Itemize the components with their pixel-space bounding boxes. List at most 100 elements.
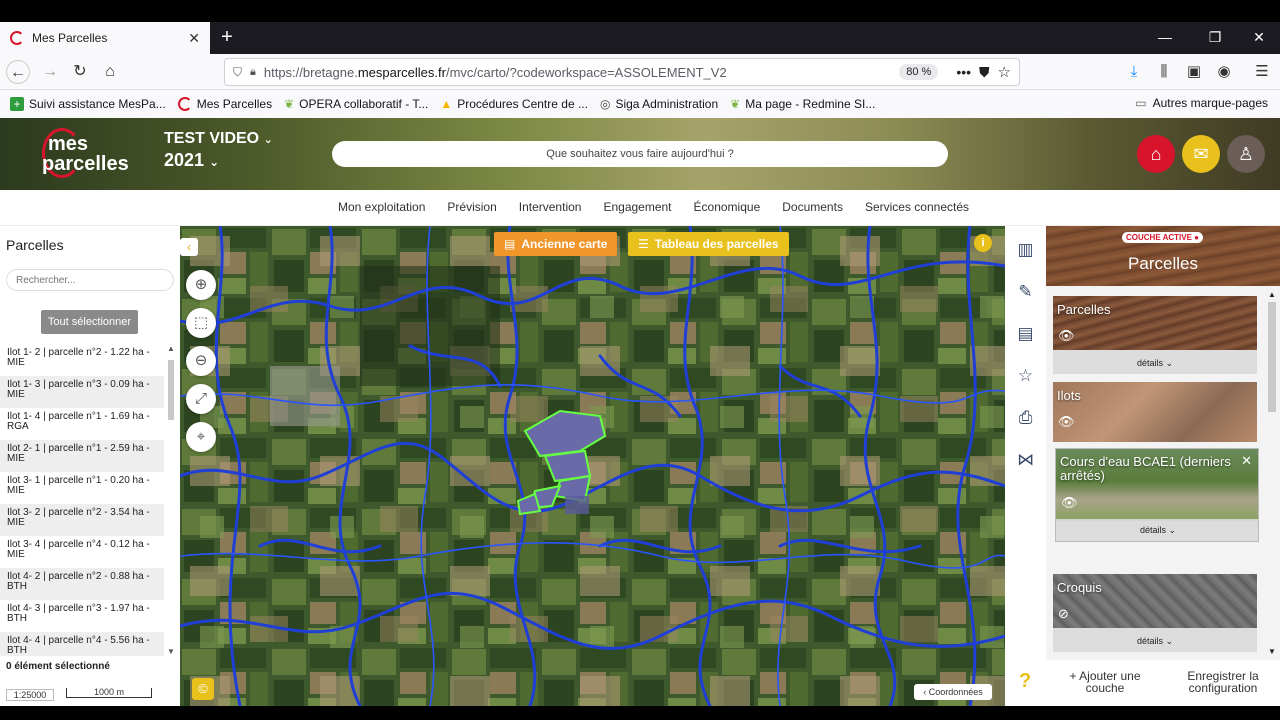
list-item[interactable]: Ilot 1- 4 | parcelle n°1 - 1.69 ha - RGA <box>0 408 164 440</box>
visibility-eye-icon[interactable]: 👁︎ <box>1061 495 1078 511</box>
layer-details-toggle[interactable]: détails ⌄ <box>1056 519 1258 541</box>
document-icon[interactable]: ▤ <box>1005 324 1046 344</box>
scroll-up-icon[interactable]: ▲ <box>1268 290 1276 299</box>
bookmark-item[interactable]: Mes Parcelles <box>177 97 272 111</box>
other-bookmarks[interactable]: ▭ Autres marque-pages <box>1135 96 1268 110</box>
scroll-thumb[interactable] <box>1268 302 1276 412</box>
bookmark-item[interactable]: ❦ OPERA collaboratif - T... <box>284 97 428 111</box>
list-item[interactable]: Ilot 3- 2 | parcelle n°2 - 3.54 ha - MIE <box>0 504 164 536</box>
user-icon[interactable]: ♙ <box>1227 135 1265 173</box>
bottom-black-bar <box>0 706 1280 720</box>
home-icon[interactable]: ⌂ <box>98 60 122 84</box>
share-icon[interactable]: ⋈ <box>1005 450 1046 470</box>
bookmark-item[interactable]: ❦ Ma page - Redmine SI... <box>730 97 875 111</box>
close-icon[interactable]: ✕ <box>1241 453 1252 469</box>
print-icon[interactable]: ⎙ <box>1005 408 1046 428</box>
global-search-input[interactable]: Que souhaitez vous faire aujourd'hui ? <box>332 141 948 167</box>
back-icon[interactable]: ← <box>6 60 30 84</box>
list-item[interactable]: Ilot 2- 1 | parcelle n°1 - 2.59 ha - MIE <box>0 440 164 472</box>
wrench-icon[interactable]: ✎ <box>1005 282 1046 302</box>
pocket-icon[interactable]: ⛊ <box>979 64 990 81</box>
list-item[interactable]: Ilot 4- 2 | parcelle n°2 - 0.88 ha - BTH <box>0 568 164 600</box>
list-item[interactable]: Ilot 4- 4 | parcelle n°4 - 5.56 ha - BTH <box>0 632 164 656</box>
active-layer-badge: COUCHE ACTIVE ● <box>1122 232 1203 243</box>
bookmark-item[interactable]: ◎ Siga Administration <box>600 97 718 111</box>
layer-details-toggle[interactable]: détails ⌄ <box>1053 352 1257 374</box>
zoom-out-icon[interactable]: ⊖ <box>186 346 216 376</box>
save-configuration-button[interactable]: Enregistrer la configuration <box>1174 670 1272 694</box>
scroll-down-icon[interactable]: ▼ <box>166 647 176 656</box>
select-all-button[interactable]: Tout sélectionner <box>41 310 138 334</box>
lock-icon[interactable]: 🔒︎ <box>250 66 256 79</box>
visibility-eye-icon[interactable]: 👁︎ <box>1058 328 1075 344</box>
menu-intervention[interactable]: Intervention <box>519 200 582 214</box>
bookmark-item[interactable]: + Suivi assistance MesPa... <box>10 97 166 111</box>
list-item[interactable]: Ilot 4- 3 | parcelle n°3 - 1.97 ha - BTH <box>0 600 164 632</box>
url-bar[interactable]: ⛉ 🔒︎ https://bretagne.mesparcelles.fr/mv… <box>224 58 1020 86</box>
list-item[interactable]: Ilot 1- 2 | parcelle n°2 - 1.22 ha - MIE <box>0 344 164 376</box>
menu-icon[interactable]: ☰ <box>1250 60 1274 84</box>
list-item[interactable]: Ilot 3- 1 | parcelle n°1 - 0.20 ha - MIE <box>0 472 164 504</box>
menu-engagement[interactable]: Engagement <box>603 200 671 214</box>
chevron-left-icon: ‹ <box>923 687 927 697</box>
menu-prevision[interactable]: Prévision <box>447 200 496 214</box>
help-icon[interactable]: ? <box>1019 670 1031 693</box>
scroll-up-icon[interactable]: ▲ <box>166 344 176 353</box>
visibility-off-eye-icon[interactable]: ⊘ <box>1058 606 1069 622</box>
close-window-icon[interactable]: ✕ <box>1236 22 1280 54</box>
url-text[interactable]: https://bretagne.mesparcelles.fr/mvc/car… <box>264 65 891 80</box>
bookmark-star-icon[interactable]: ☆ <box>998 63 1011 81</box>
layer-card-parcelles[interactable]: Parcelles 👁︎ détails ⌄ <box>1053 296 1257 374</box>
close-tab-icon[interactable]: ✕ <box>188 30 200 47</box>
zoom-level[interactable]: 80 % <box>899 64 939 80</box>
info-icon[interactable]: i <box>974 234 992 252</box>
layer-card-cours-eau[interactable]: Cours d'eau BCAE1 (derniers arrêtés) ✕ 👁… <box>1055 448 1259 542</box>
browser-tab[interactable]: Mes Parcelles ✕ <box>0 22 210 54</box>
minimize-icon[interactable]: — <box>1142 22 1188 54</box>
layer-card-ilots[interactable]: Ilots 👁︎ <box>1053 382 1257 442</box>
scroll-thumb[interactable] <box>168 360 174 420</box>
reload-icon[interactable]: ↻ <box>68 60 92 84</box>
home-button-icon[interactable]: ⌂ <box>1137 135 1175 173</box>
farm-selector[interactable]: TEST VIDEO ⌄ 2021 ⌄ <box>164 130 273 171</box>
satellite-map[interactable] <box>180 226 1005 706</box>
copyright-icon[interactable]: © <box>192 678 214 700</box>
sidebar-icon[interactable]: ▣ <box>1182 60 1206 84</box>
new-tab-button[interactable]: + <box>216 26 238 48</box>
collapse-panel-icon[interactable]: ‹ <box>180 238 198 256</box>
zoom-in-icon[interactable]: ⊕ <box>186 270 216 300</box>
restore-icon[interactable]: ❐ <box>1192 22 1238 54</box>
locate-pin-icon[interactable]: ⌖ <box>186 422 216 452</box>
parcel-search-input[interactable] <box>6 269 174 291</box>
account-icon[interactable]: ◉ <box>1212 60 1236 84</box>
more-actions-icon[interactable]: ••• <box>956 64 971 80</box>
add-layer-button[interactable]: + Ajouter une couche <box>1068 670 1142 694</box>
menu-economique[interactable]: Économique <box>694 200 761 214</box>
menu-mon-exploitation[interactable]: Mon exploitation <box>338 200 425 214</box>
zoom-box-icon[interactable]: ⬚ <box>186 308 216 338</box>
visibility-eye-icon[interactable]: 👁︎ <box>1058 414 1075 430</box>
star-icon[interactable]: ☆ <box>1005 366 1046 386</box>
layers-scrollbar[interactable]: ▲ ▼ <box>1266 290 1278 656</box>
library-icon[interactable]: ⫼ <box>1152 60 1176 84</box>
plus-icon: + <box>10 97 24 111</box>
old-map-button[interactable]: ▤ Ancienne carte <box>494 232 618 256</box>
list-item[interactable]: Ilot 1- 3 | parcelle n°3 - 0.09 ha - MIE <box>0 376 164 408</box>
scroll-down-icon[interactable]: ▼ <box>1268 647 1276 656</box>
layer-card-croquis[interactable]: Croquis ⊘ détails ⌄ <box>1053 574 1257 652</box>
list-item[interactable]: Ilot 3- 4 | parcelle n°4 - 0.12 ha - MIE <box>0 536 164 568</box>
layer-details-toggle[interactable]: détails ⌄ <box>1053 630 1257 652</box>
shield-icon[interactable]: ⛉ <box>233 65 242 80</box>
download-icon[interactable]: ⤓ <box>1122 60 1146 84</box>
menu-documents[interactable]: Documents <box>782 200 843 214</box>
menu-services-connectes[interactable]: Services connectés <box>865 200 969 214</box>
layers-map-icon[interactable]: ▥ <box>1005 240 1046 260</box>
bookmark-item[interactable]: ▲ Procédures Centre de ... <box>440 97 588 111</box>
parcel-table-button[interactable]: ☰ Tableau des parcelles <box>628 232 789 256</box>
coordinates-button[interactable]: ‹ Coordonnées <box>914 684 992 700</box>
parcel-list-scrollbar[interactable]: ▲ ▼ <box>166 344 176 656</box>
chat-icon[interactable]: ✉ <box>1182 135 1220 173</box>
forward-icon[interactable]: → <box>38 60 62 84</box>
fullscreen-icon[interactable]: ⤢ <box>186 384 216 414</box>
mesparcelles-logo[interactable]: mes parcelles <box>40 128 129 180</box>
